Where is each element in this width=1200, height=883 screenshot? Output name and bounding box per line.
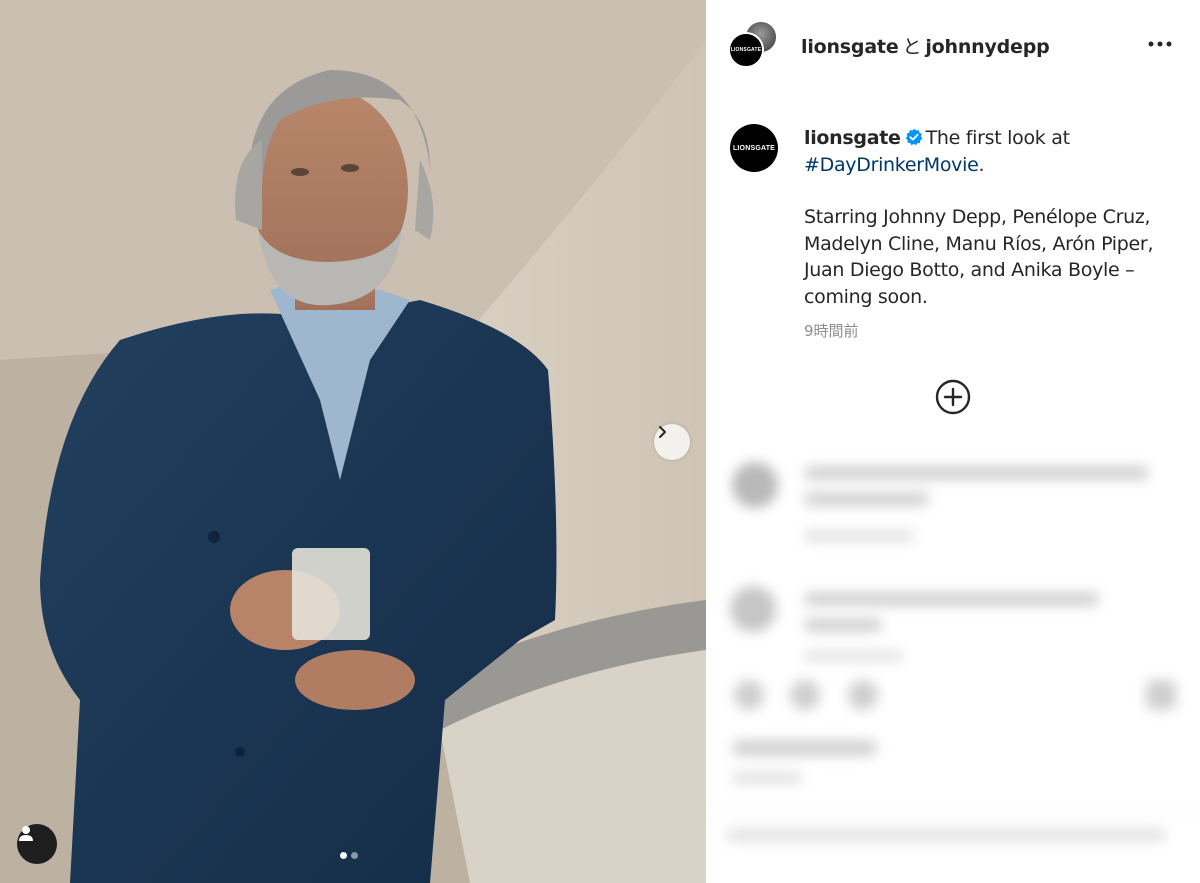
lionsgate-logo: LIONSGATE <box>730 47 762 53</box>
author-link-johnnydepp[interactable]: johnnydepp <box>925 36 1049 58</box>
lionsgate-logo: LIONSGATE <box>732 144 776 152</box>
post-timestamp[interactable]: 9時間前 <box>804 320 859 341</box>
post-caption: lionsgate The first look at #DayDrinkerMo… <box>804 125 1184 310</box>
user-tag-icon <box>19 826 33 841</box>
divider <box>706 810 1200 811</box>
comment-avatar <box>732 462 778 508</box>
add-comment-icon <box>935 379 971 415</box>
post-author-names: lionsgate と johnnydepp <box>801 32 1050 59</box>
comment-text-placeholder <box>804 492 929 506</box>
blurred-comments-area <box>706 440 1200 883</box>
comment-icon[interactable] <box>790 680 820 710</box>
save-icon[interactable] <box>1146 680 1176 710</box>
post-media[interactable] <box>0 0 706 883</box>
caption-body: Starring Johnny Depp, Penélope Cruz, Mad… <box>804 206 1154 308</box>
collab-avatars[interactable]: LIONSGATE <box>728 18 780 70</box>
comment-meta-placeholder <box>804 530 914 542</box>
comment-avatar <box>730 586 776 632</box>
next-photo-button[interactable] <box>654 424 690 460</box>
verified-badge-icon <box>905 128 922 146</box>
post-photo <box>0 0 706 883</box>
carousel-dot-active <box>340 852 347 859</box>
caption-first-line: lionsgate The first look at <box>804 125 1184 152</box>
add-comment-input-placeholder[interactable] <box>726 828 1166 842</box>
more-options-button[interactable] <box>1146 30 1174 58</box>
post-panel: LIONSGATE lionsgate と johnnydepp LIONSGATE… <box>706 0 1200 883</box>
chevron-right-icon <box>659 426 666 438</box>
author-link-lionsgate[interactable]: lionsgate <box>801 36 899 58</box>
load-more-comments-button[interactable] <box>934 378 972 416</box>
caption-author-avatar[interactable]: LIONSGATE <box>730 124 778 172</box>
comment-text-placeholder <box>804 466 1149 480</box>
carousel-dot <box>351 852 358 859</box>
carousel-indicator <box>340 852 358 859</box>
comment-meta-placeholder <box>804 650 904 662</box>
collab-joiner: と <box>902 36 922 58</box>
comment-text-placeholder <box>804 592 1099 606</box>
share-icon[interactable] <box>848 680 878 710</box>
hashtag-suffix: . <box>978 153 985 176</box>
caption-username[interactable]: lionsgate <box>804 127 901 149</box>
caption-intro-text: The first look at <box>925 127 1070 149</box>
hashtag-link[interactable]: #DayDrinkerMovie <box>804 154 979 176</box>
post-header: LIONSGATE lionsgate と johnnydepp <box>706 0 1200 88</box>
likes-count-placeholder <box>732 740 877 756</box>
like-icon[interactable] <box>734 680 764 710</box>
post-date-placeholder <box>732 772 802 784</box>
comment-text-placeholder <box>804 618 882 632</box>
tagged-users-button[interactable] <box>17 824 57 864</box>
avatar-lionsgate[interactable]: LIONSGATE <box>728 32 764 68</box>
more-icon <box>1148 41 1172 47</box>
caption-hashtag-line: #DayDrinkerMovie. <box>804 152 1184 179</box>
